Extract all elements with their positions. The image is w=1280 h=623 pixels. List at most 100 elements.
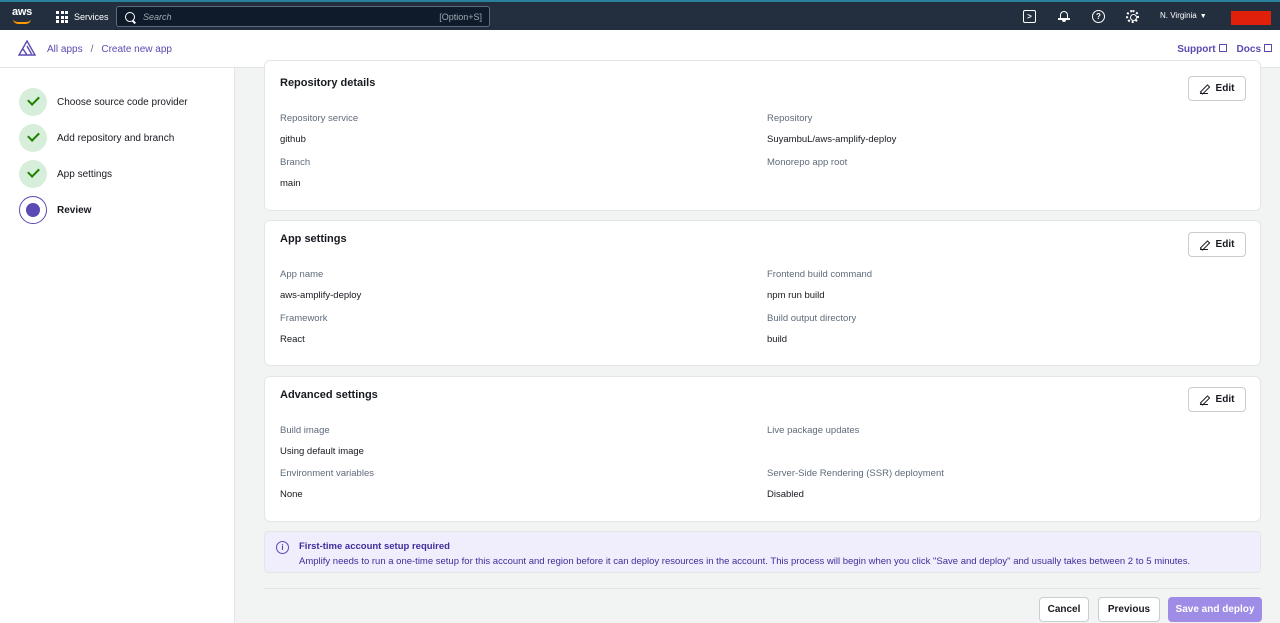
field-monorepo-root: Monorepo app root bbox=[767, 157, 847, 178]
wizard-step-label: Choose source code provider bbox=[57, 96, 188, 108]
edit-repository-button[interactable]: Edit bbox=[1188, 76, 1246, 101]
external-link-icon bbox=[1218, 44, 1227, 52]
section-title: Repository details bbox=[280, 77, 376, 89]
divider bbox=[264, 588, 1261, 589]
banner-description: Amplify needs to run a one-time setup fo… bbox=[299, 556, 1191, 567]
wizard-steps-sidebar: Choose source code provider Add reposito… bbox=[0, 68, 235, 623]
info-icon: i bbox=[276, 541, 289, 554]
check-circle-icon bbox=[19, 88, 47, 116]
field-app-name: App name aws-amplify-deploy bbox=[280, 269, 361, 301]
save-and-deploy-button[interactable]: Save and deploy bbox=[1168, 597, 1262, 622]
region-selector[interactable]: N. Virginia ▼ bbox=[1160, 11, 1207, 20]
edit-label: Edit bbox=[1215, 394, 1235, 405]
external-link-icon bbox=[1264, 44, 1272, 52]
field-value: Disabled bbox=[767, 489, 804, 500]
cloudshell-icon[interactable]: > bbox=[1023, 10, 1036, 23]
pencil-icon bbox=[1199, 85, 1208, 94]
app-settings-panel: App settings Edit App name aws-amplify-d… bbox=[264, 220, 1261, 366]
advanced-settings-panel: Advanced settings Edit Build image Using… bbox=[264, 376, 1261, 522]
field-value: github bbox=[280, 134, 306, 145]
section-title: Advanced settings bbox=[280, 389, 378, 401]
wizard-step-label: App settings bbox=[57, 168, 113, 180]
help-icon[interactable]: ? bbox=[1092, 10, 1105, 23]
field-label: Environment variables bbox=[280, 468, 374, 479]
docs-label: Docs bbox=[1236, 44, 1261, 55]
wizard-step-label: Review bbox=[57, 204, 92, 216]
info-banner: i First-time account setup required Ampl… bbox=[264, 531, 1261, 573]
support-label: Support bbox=[1177, 44, 1216, 55]
field-label: Monorepo app root bbox=[767, 157, 848, 168]
field-value: npm run build bbox=[767, 290, 825, 301]
field-label: Framework bbox=[280, 313, 328, 324]
banner-title: First-time account setup required bbox=[299, 541, 450, 552]
services-menu-button[interactable]: Services bbox=[56, 9, 109, 25]
wizard-step-review: Review bbox=[19, 196, 91, 224]
field-build-image: Build image Using default image bbox=[280, 425, 364, 457]
wizard-step-repository-branch[interactable]: Add repository and branch bbox=[19, 124, 174, 152]
field-label: Server-Side Rendering (SSR) deployment bbox=[767, 468, 944, 479]
caret-down-icon: ▼ bbox=[1199, 13, 1207, 20]
field-label: Repository service bbox=[280, 113, 359, 124]
wizard-step-label: Add repository and branch bbox=[57, 132, 175, 144]
edit-advanced-settings-button[interactable]: Edit bbox=[1188, 387, 1246, 412]
search-placeholder: Search bbox=[143, 11, 172, 22]
field-label: Frontend build command bbox=[767, 269, 873, 280]
account-menu[interactable] bbox=[1231, 11, 1271, 25]
previous-button[interactable]: Previous bbox=[1098, 597, 1160, 622]
wizard-step-app-settings[interactable]: App settings bbox=[19, 160, 112, 188]
repository-details-panel: Repository details Edit Repository servi… bbox=[264, 60, 1261, 211]
region-label: N. Virginia bbox=[1160, 11, 1197, 20]
field-value: React bbox=[280, 334, 305, 345]
edit-label: Edit bbox=[1215, 239, 1235, 250]
field-value: aws-amplify-deploy bbox=[280, 290, 362, 301]
field-repository-service: Repository service github bbox=[280, 113, 358, 145]
field-build-output-directory: Build output directory build bbox=[767, 313, 856, 345]
breadcrumb: All apps / Create new app bbox=[47, 44, 172, 55]
field-repository: Repository SuyambuL/aws-amplify-deploy bbox=[767, 113, 896, 145]
breadcrumb-separator: / bbox=[90, 44, 94, 55]
field-value: SuyambuL/aws-amplify-deploy bbox=[767, 134, 897, 145]
field-value: main bbox=[280, 178, 301, 189]
field-label: Branch bbox=[280, 157, 311, 168]
edit-app-settings-button[interactable]: Edit bbox=[1188, 232, 1246, 257]
breadcrumb-all-apps[interactable]: All apps bbox=[47, 44, 83, 55]
search-icon bbox=[125, 11, 135, 22]
check-circle-icon bbox=[19, 124, 47, 152]
support-link[interactable]: Support bbox=[1177, 44, 1227, 55]
field-label: Live package updates bbox=[767, 425, 860, 436]
services-label: Services bbox=[74, 12, 109, 22]
field-label: Build output directory bbox=[767, 313, 857, 324]
field-label: Repository bbox=[767, 113, 813, 124]
check-circle-icon bbox=[19, 160, 47, 188]
field-framework: Framework React bbox=[280, 313, 328, 345]
current-step-icon bbox=[19, 196, 47, 224]
gear-icon[interactable] bbox=[1126, 10, 1139, 23]
aws-logo-text: aws bbox=[12, 6, 32, 18]
cancel-button[interactable]: Cancel bbox=[1039, 597, 1089, 622]
help-links: Support Docs bbox=[1177, 44, 1272, 55]
amplify-logo-icon[interactable] bbox=[18, 40, 36, 56]
edit-label: Edit bbox=[1215, 83, 1235, 94]
grid-icon bbox=[56, 11, 68, 23]
field-environment-variables: Environment variables None bbox=[280, 468, 374, 500]
notifications-bell-icon[interactable] bbox=[1058, 10, 1070, 22]
docs-link[interactable]: Docs bbox=[1237, 44, 1272, 55]
top-navigation: aws Services Search [Option+S] > ? N. Vi… bbox=[0, 0, 1280, 30]
wizard-step-source-provider[interactable]: Choose source code provider bbox=[19, 88, 188, 116]
pencil-icon bbox=[1199, 396, 1208, 405]
field-ssr-deployment: Server-Side Rendering (SSR) deployment D… bbox=[767, 468, 944, 500]
field-value: None bbox=[280, 489, 303, 500]
search-input[interactable]: Search [Option+S] bbox=[116, 6, 490, 27]
field-branch: Branch main bbox=[280, 157, 310, 189]
pencil-icon bbox=[1199, 241, 1208, 250]
field-label: Build image bbox=[280, 425, 330, 436]
field-frontend-build-command: Frontend build command npm run build bbox=[767, 269, 872, 301]
breadcrumb-create-new-app[interactable]: Create new app bbox=[101, 44, 172, 55]
aws-logo[interactable]: aws bbox=[12, 6, 34, 26]
search-shortcut: [Option+S] bbox=[439, 11, 482, 22]
field-live-package-updates: Live package updates bbox=[767, 425, 859, 446]
field-value: Using default image bbox=[280, 446, 364, 457]
field-value: build bbox=[767, 334, 788, 345]
section-title: App settings bbox=[280, 233, 347, 245]
field-label: App name bbox=[280, 269, 324, 280]
